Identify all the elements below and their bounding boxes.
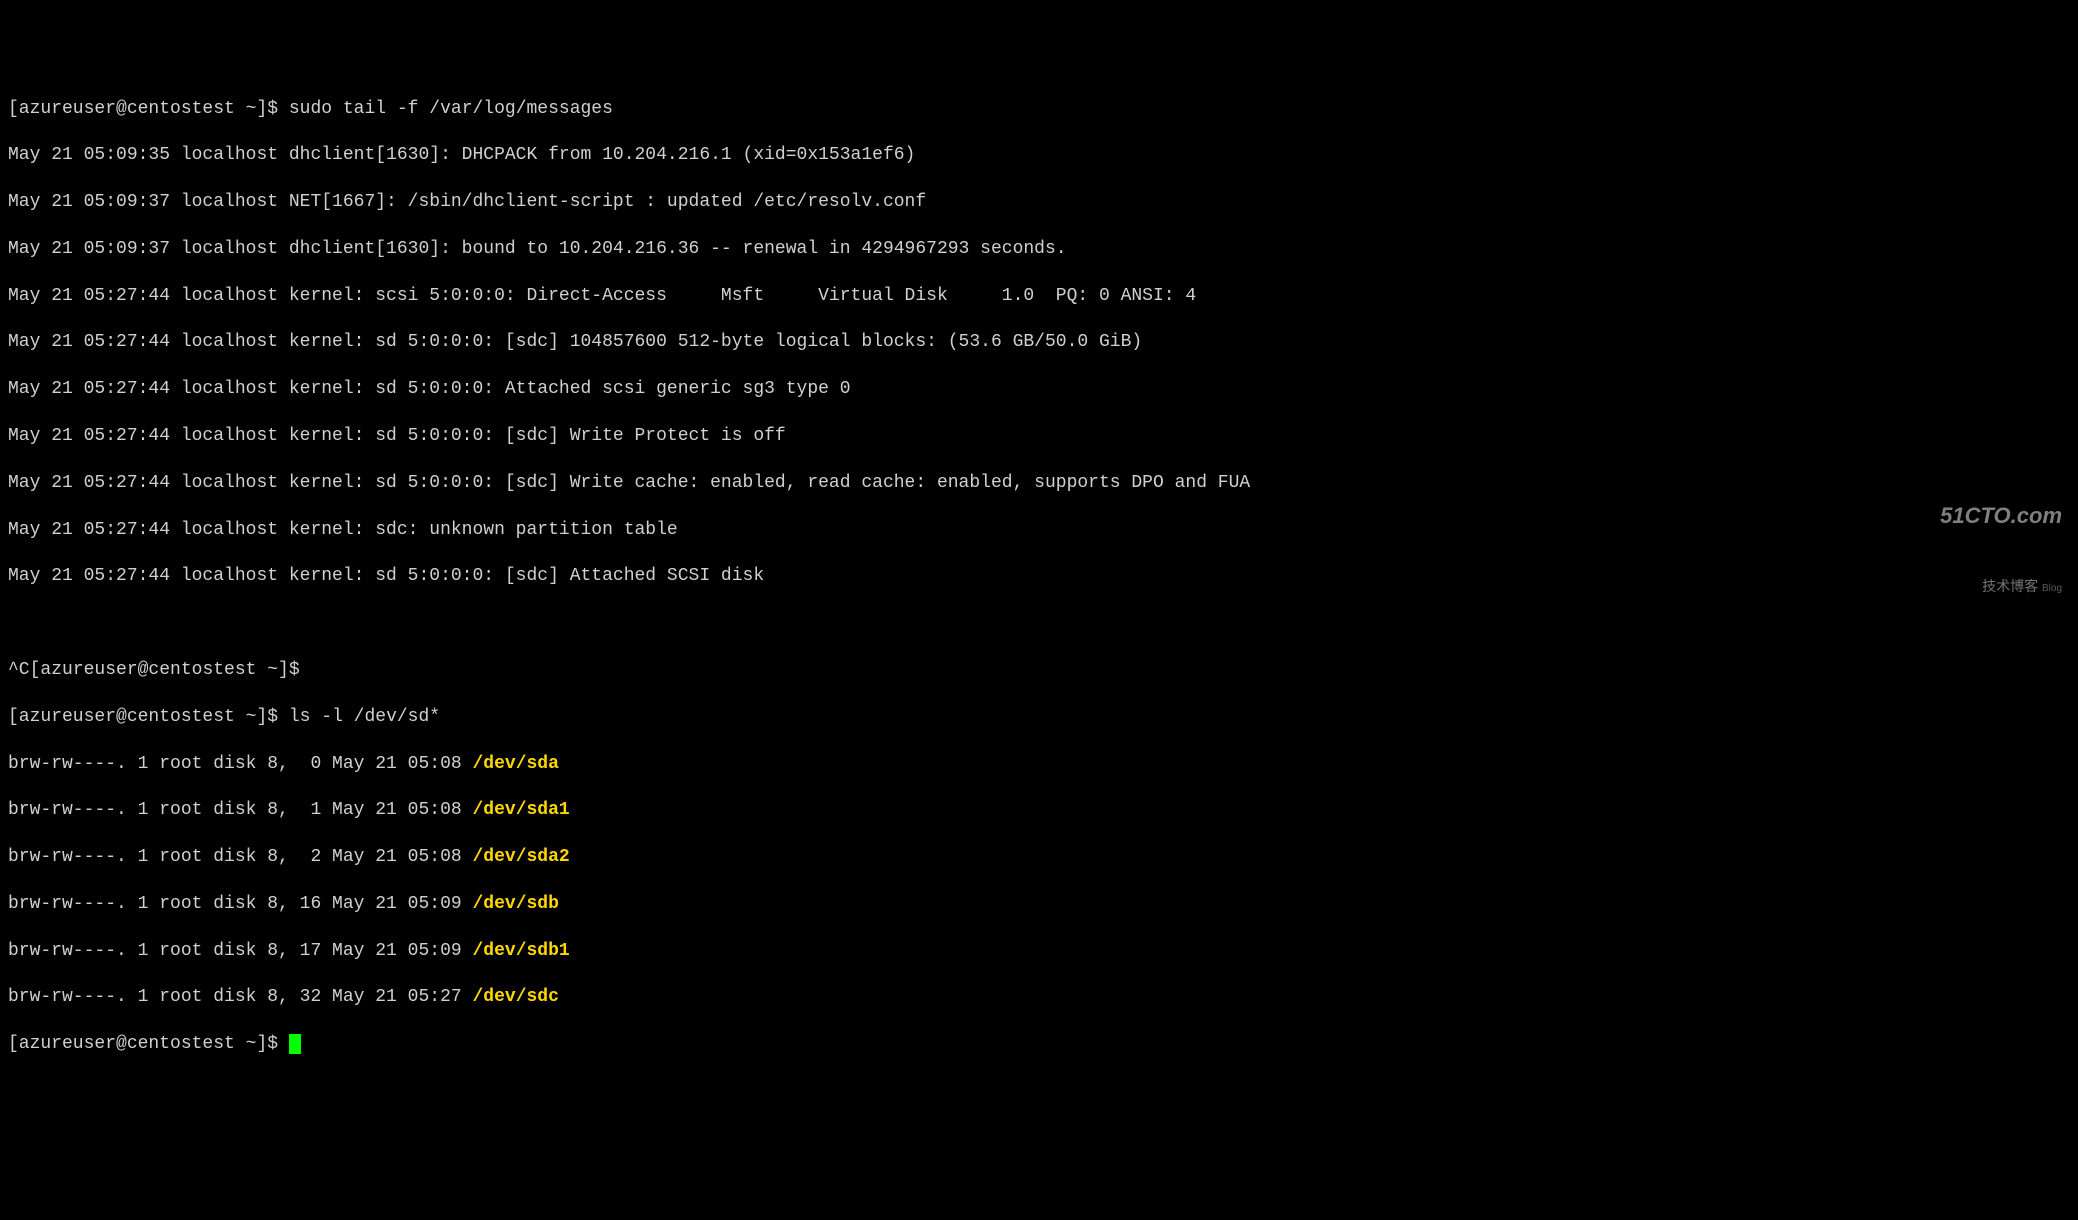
ls-perms: brw-rw----. 1 root disk 8, 17 May 21 05:… — [8, 941, 472, 961]
log-line: May 21 05:27:44 localhost kernel: sd 5:0… — [8, 331, 2070, 354]
cursor-icon — [289, 1034, 301, 1054]
ls-row: brw-rw----. 1 root disk 8, 1 May 21 05:0… — [8, 799, 2070, 822]
log-line: May 21 05:09:37 localhost NET[1667]: /sb… — [8, 191, 2070, 214]
log-line: May 21 05:27:44 localhost kernel: sd 5:0… — [8, 472, 2070, 495]
ls-row: brw-rw----. 1 root disk 8, 16 May 21 05:… — [8, 893, 2070, 916]
log-line: May 21 05:27:44 localhost kernel: sd 5:0… — [8, 425, 2070, 448]
watermark-site: 51CTO.com — [1940, 502, 2062, 531]
log-line: May 21 05:27:44 localhost kernel: sd 5:0… — [8, 378, 2070, 401]
ls-row: brw-rw----. 1 root disk 8, 32 May 21 05:… — [8, 986, 2070, 1009]
ls-perms: brw-rw----. 1 root disk 8, 1 May 21 05:0… — [8, 800, 472, 820]
device-path: /dev/sda1 — [472, 800, 569, 820]
command-1: sudo tail -f /var/log/messages — [289, 99, 613, 119]
device-path: /dev/sda2 — [472, 847, 569, 867]
prompt-line-1: [azureuser@centostest ~]$ sudo tail -f /… — [8, 98, 2070, 121]
ls-row: brw-rw----. 1 root disk 8, 17 May 21 05:… — [8, 940, 2070, 963]
ls-perms: brw-rw----. 1 root disk 8, 32 May 21 05:… — [8, 987, 472, 1007]
prompt-text: [azureuser@centostest ~]$ — [8, 99, 278, 119]
blank-line — [8, 612, 2070, 635]
prompt-line-2: [azureuser@centostest ~]$ ls -l /dev/sd* — [8, 706, 2070, 729]
log-line: May 21 05:27:44 localhost kernel: sd 5:0… — [8, 565, 2070, 588]
interrupt-prompt-line: ^C[azureuser@centostest ~]$ — [8, 659, 2070, 682]
watermark: 51CTO.com 技术博客 Blog — [1940, 455, 2062, 619]
ls-row: brw-rw----. 1 root disk 8, 0 May 21 05:0… — [8, 753, 2070, 776]
device-path: /dev/sdb1 — [472, 941, 569, 961]
device-path: /dev/sdc — [472, 987, 558, 1007]
prompt-line-3[interactable]: [azureuser@centostest ~]$ — [8, 1033, 2070, 1056]
ls-perms: brw-rw----. 1 root disk 8, 2 May 21 05:0… — [8, 847, 472, 867]
prompt-text: [azureuser@centostest ~]$ — [8, 707, 278, 727]
prompt-text: [azureuser@centostest ~]$ — [8, 1034, 278, 1054]
log-line: May 21 05:27:44 localhost kernel: scsi 5… — [8, 285, 2070, 308]
command-2: ls -l /dev/sd* — [289, 707, 440, 727]
interrupt-signal: ^C — [8, 660, 30, 680]
watermark-subtitle: 技术博客 Blog — [1940, 577, 2062, 595]
device-path: /dev/sda — [472, 754, 558, 774]
ls-row: brw-rw----. 1 root disk 8, 2 May 21 05:0… — [8, 846, 2070, 869]
log-line: May 21 05:09:35 localhost dhclient[1630]… — [8, 144, 2070, 167]
ls-perms: brw-rw----. 1 root disk 8, 16 May 21 05:… — [8, 894, 472, 914]
device-path: /dev/sdb — [472, 894, 558, 914]
log-line: May 21 05:09:37 localhost dhclient[1630]… — [8, 238, 2070, 261]
ls-perms: brw-rw----. 1 root disk 8, 0 May 21 05:0… — [8, 754, 472, 774]
log-line: May 21 05:27:44 localhost kernel: sdc: u… — [8, 519, 2070, 542]
prompt-text: [azureuser@centostest ~]$ — [30, 660, 300, 680]
